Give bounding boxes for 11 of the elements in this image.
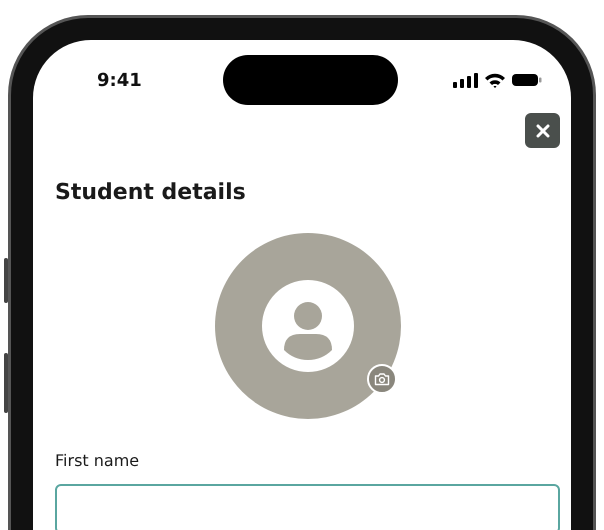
battery-icon	[511, 72, 543, 88]
wifi-icon	[484, 72, 506, 88]
page-title: Student details	[55, 180, 247, 205]
camera-icon	[374, 372, 390, 386]
field-label: First name	[55, 451, 140, 470]
close-icon	[534, 122, 550, 138]
close-button[interactable]	[525, 113, 560, 148]
input-field[interactable]	[55, 484, 560, 530]
status-time: 9:41	[97, 70, 143, 90]
person-icon	[262, 280, 354, 372]
signal-icon	[453, 72, 479, 88]
